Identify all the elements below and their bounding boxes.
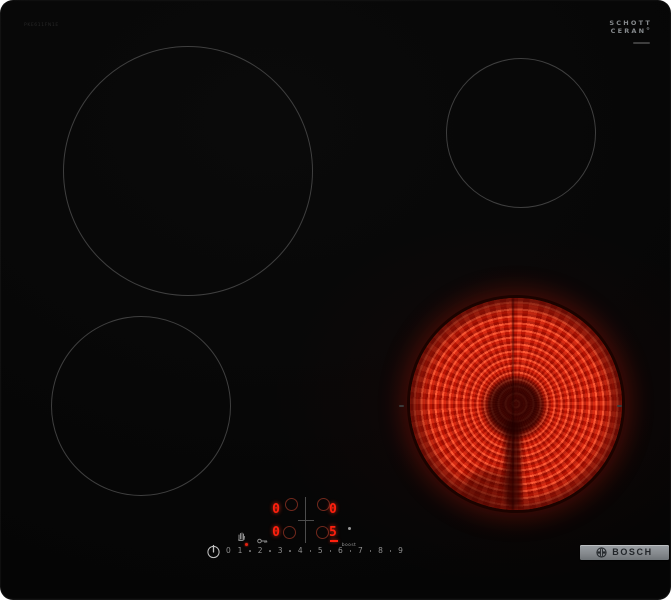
slider-step-dot[interactable]: [269, 550, 271, 552]
burner-zone-front-left: [51, 316, 231, 496]
zone-alignment-mark-left: [399, 405, 404, 407]
glass-ceramic-surface: PKE611FN1E SCHOTT CERAN® 0 0 0 5: [0, 0, 671, 600]
power-button[interactable]: [206, 544, 221, 559]
schott-logo-line1: SCHOTT: [609, 19, 652, 27]
slider-level-1[interactable]: 1: [238, 546, 243, 556]
slider-step-dot[interactable]: [390, 550, 392, 552]
display-back-left: 0: [268, 503, 280, 516]
fine-print-text: [633, 42, 650, 44]
schott-ceran-logo: SCHOTT CERAN®: [609, 19, 652, 35]
slider-step-dot[interactable]: [350, 550, 352, 552]
slider-level-3[interactable]: 3: [278, 546, 283, 556]
heating-element-shadow: [462, 470, 520, 504]
zone-select-button-back-right[interactable]: [317, 498, 330, 511]
zone-select-button-front-left[interactable]: [283, 526, 296, 539]
slider-level-4[interactable]: 4: [298, 546, 303, 556]
burner-zone-front-right-glowing: [407, 295, 625, 513]
slider-step-dot[interactable]: [249, 550, 251, 552]
slider-level-9[interactable]: 9: [398, 546, 403, 556]
slider-step-dot[interactable]: [289, 550, 291, 552]
slider-level-6[interactable]: 6: [338, 546, 343, 556]
slider-level-2[interactable]: 2: [258, 546, 263, 556]
display-front-left: 0: [268, 526, 280, 539]
slider-step-dot[interactable]: [330, 550, 332, 552]
slider-level-8[interactable]: 8: [378, 546, 383, 556]
slider-step-dot[interactable]: [310, 550, 312, 552]
boost-dot-icon: [348, 527, 351, 530]
slider-level-7[interactable]: 7: [358, 546, 363, 556]
slider-level-5[interactable]: 5: [318, 546, 323, 556]
model-number-print: PKE611FN1E: [24, 23, 59, 28]
zone-select-button-front-right[interactable]: [316, 526, 329, 539]
slider-step-dot[interactable]: [370, 550, 372, 552]
bosch-armature-icon: [596, 547, 607, 558]
product-photo-cooktop: PKE611FN1E SCHOTT CERAN® 0 0 0 5: [0, 0, 671, 600]
selected-zone-underline: [330, 540, 338, 542]
zone-select-button-back-left[interactable]: [285, 498, 298, 511]
display-front-right: 5: [329, 526, 341, 539]
slider-level-0[interactable]: 0: [226, 546, 231, 556]
zone-alignment-mark-right: [617, 405, 622, 407]
display-back-right: 0: [329, 503, 341, 516]
burner-zone-back-right: [446, 58, 596, 208]
burner-zone-back-left: [63, 46, 313, 296]
bosch-badge: BOSCH: [580, 545, 669, 560]
hand-pause-icon[interactable]: [237, 526, 246, 545]
brand-name: BOSCH: [612, 545, 653, 560]
schott-logo-line2: CERAN®: [609, 27, 652, 35]
registered-mark: ®: [646, 27, 652, 31]
zone-map-cross-horizontal: [298, 520, 314, 521]
power-level-slider[interactable]: 0 1 2 3 4 5 6 7 8 9: [226, 546, 403, 556]
